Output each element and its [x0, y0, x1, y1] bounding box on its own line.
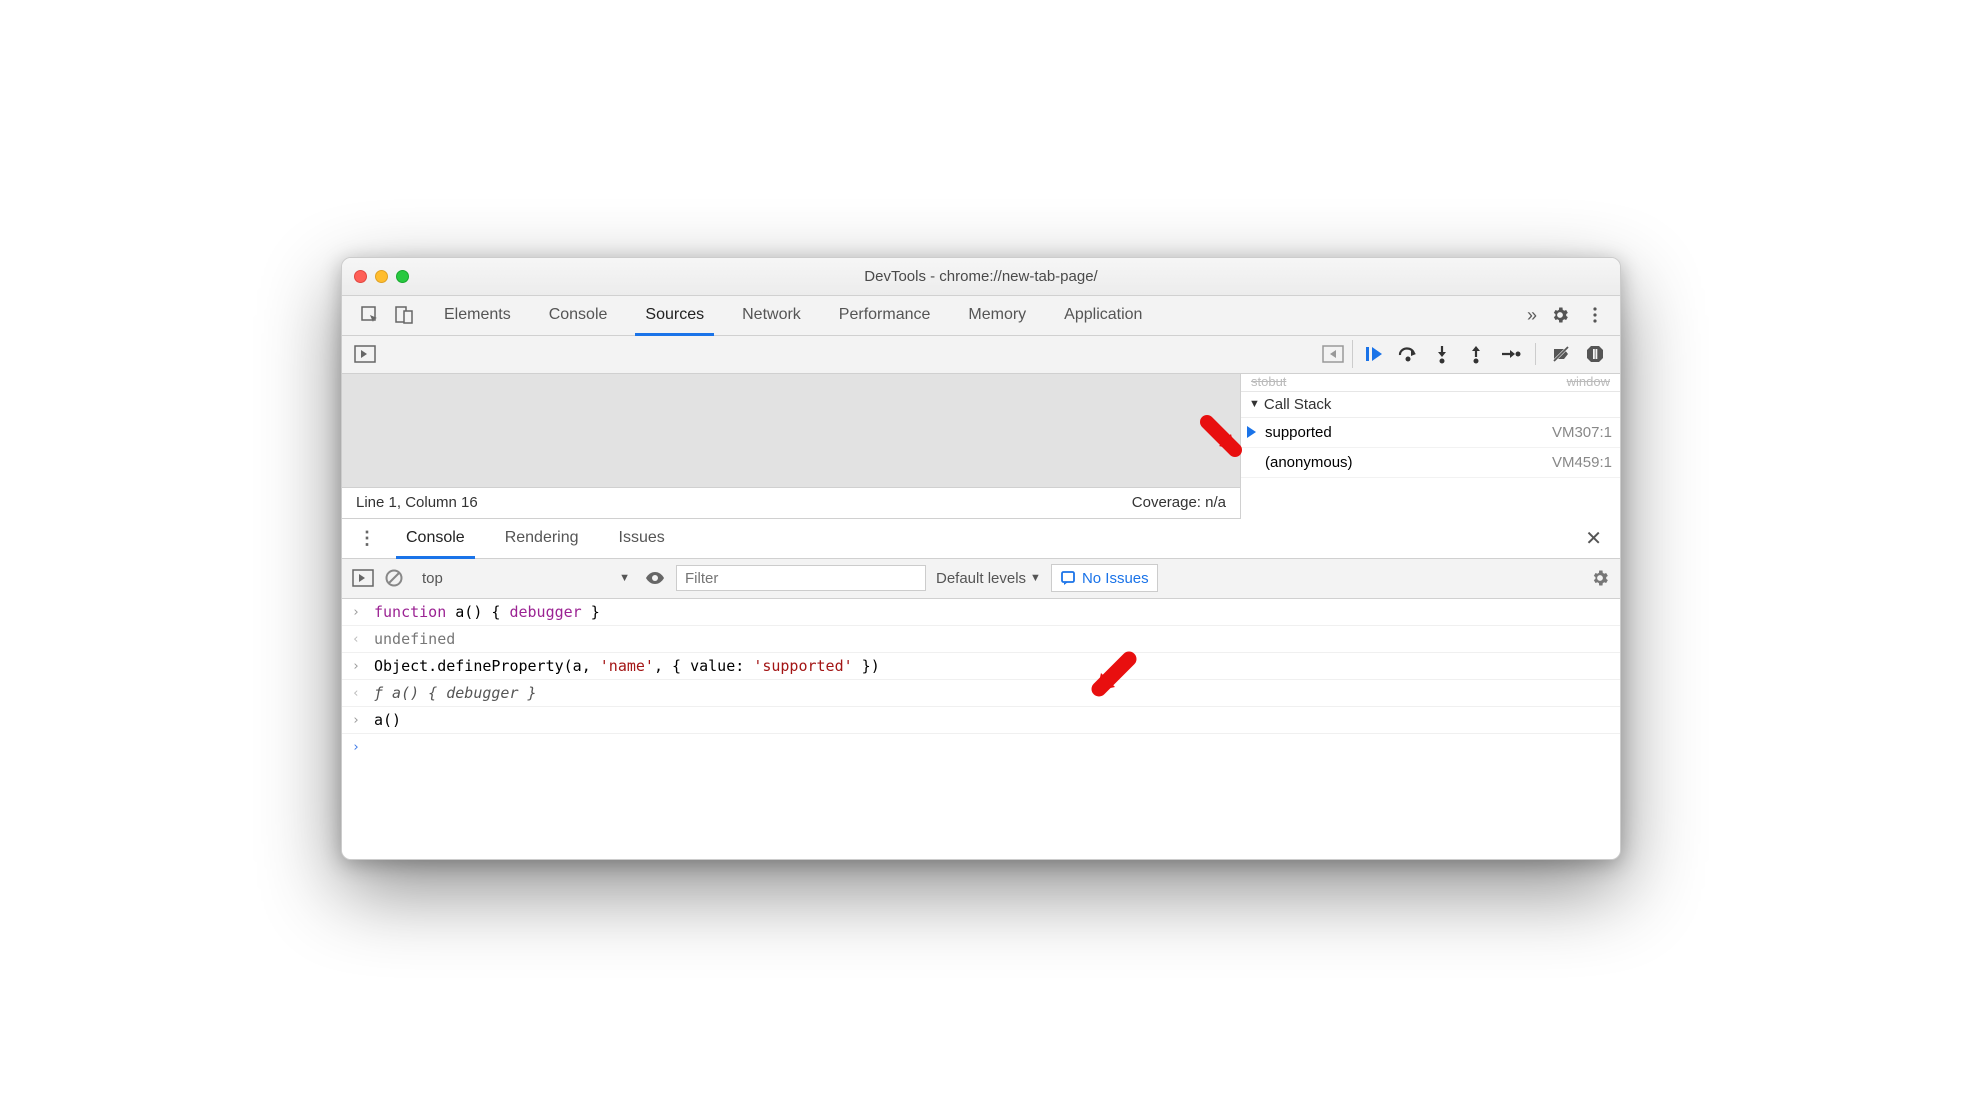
prompt-marker-icon: ›: [352, 738, 366, 755]
console-row[interactable]: ‹ undefined: [342, 626, 1620, 653]
truncated-row: stobut window: [1241, 374, 1620, 392]
debugger-controls: [1310, 340, 1620, 368]
debugger-pane-toggle-icon[interactable]: [1322, 345, 1344, 363]
tab-application[interactable]: Application: [1046, 296, 1160, 335]
resume-icon[interactable]: [1361, 341, 1387, 367]
devtools-window: DevTools - chrome://new-tab-page/ Elemen…: [341, 257, 1621, 860]
main-tab-bar: Elements Console Sources Network Perform…: [342, 296, 1620, 336]
drawer-tab-issues[interactable]: Issues: [601, 519, 683, 558]
console-line-content: a(): [374, 711, 1610, 729]
callstack-title: Call Stack: [1264, 396, 1332, 413]
input-marker-icon: ›: [352, 603, 366, 620]
console-row[interactable]: ›: [342, 734, 1620, 759]
device-toolbar-icon[interactable]: [394, 305, 414, 325]
navigator-toggle-icon[interactable]: [354, 345, 376, 363]
issues-label: No Issues: [1082, 570, 1149, 587]
console-row[interactable]: ‹ ƒ a() { debugger }: [342, 680, 1620, 707]
drawer-tab-bar: ⋮ Console Rendering Issues ✕: [342, 519, 1620, 559]
inspect-icon[interactable]: [360, 305, 380, 325]
tab-memory[interactable]: Memory: [950, 296, 1044, 335]
console-line-content: undefined: [374, 630, 1610, 648]
drawer-close-icon[interactable]: ✕: [1575, 526, 1612, 551]
live-expression-icon[interactable]: [644, 570, 666, 586]
console-line-content: ƒ a() { debugger }: [374, 684, 1610, 702]
input-marker-icon: ›: [352, 657, 366, 674]
pause-on-exceptions-icon[interactable]: [1582, 341, 1608, 367]
filter-input[interactable]: [676, 565, 926, 591]
console-toolbar: top ▼ Default levels ▼ No Issues: [342, 559, 1620, 599]
more-tabs-icon[interactable]: »: [1527, 305, 1534, 326]
console-output[interactable]: › function a() { debugger } ‹ undefined › Obj…: [342, 599, 1620, 859]
cursor-position: Line 1, Column 16: [356, 494, 478, 511]
drawer-kebab-icon[interactable]: ⋮: [350, 528, 384, 549]
tab-console[interactable]: Console: [531, 296, 626, 335]
debugger-sidebar: stobut window ▼ Call Stack supported VM3…: [1240, 374, 1620, 519]
console-row[interactable]: › a(): [342, 707, 1620, 734]
titlebar: DevTools - chrome://new-tab-page/: [342, 258, 1620, 296]
step-out-icon[interactable]: [1463, 341, 1489, 367]
output-marker-icon: ‹: [352, 684, 366, 701]
zoom-button[interactable]: [396, 270, 409, 283]
drawer-tab-console[interactable]: Console: [388, 519, 483, 558]
callstack-frame[interactable]: (anonymous) VM459:1: [1241, 448, 1620, 478]
console-settings-icon[interactable]: [1590, 568, 1610, 588]
tab-network[interactable]: Network: [724, 296, 819, 335]
window-controls: [354, 270, 409, 283]
log-levels-select[interactable]: Default levels ▼: [936, 570, 1041, 587]
tab-performance[interactable]: Performance: [821, 296, 949, 335]
sources-toolbar: [342, 336, 1620, 374]
console-row[interactable]: › function a() { debugger }: [342, 599, 1620, 626]
tab-elements[interactable]: Elements: [426, 296, 529, 335]
callstack-section-header[interactable]: ▼ Call Stack: [1241, 392, 1620, 418]
chevron-down-icon: ▼: [619, 572, 630, 584]
frame-location: VM459:1: [1552, 454, 1612, 471]
tab-sources[interactable]: Sources: [627, 296, 722, 335]
console-line-content: Object.defineProperty(a, 'name', { value…: [374, 657, 1610, 675]
issues-button[interactable]: No Issues: [1051, 564, 1158, 592]
disclosure-triangle-icon: ▼: [1249, 398, 1260, 410]
context-select[interactable]: top ▼: [414, 570, 634, 587]
output-marker-icon: ‹: [352, 630, 366, 647]
kebab-menu-icon[interactable]: [1586, 306, 1604, 324]
clear-console-icon[interactable]: [384, 568, 404, 588]
step-icon[interactable]: [1497, 341, 1523, 367]
close-button[interactable]: [354, 270, 367, 283]
source-status-bar: Line 1, Column 16 Coverage: n/a: [342, 487, 1240, 519]
settings-icon[interactable]: [1550, 305, 1570, 325]
callstack-frame[interactable]: supported VM307:1: [1241, 418, 1620, 448]
deactivate-breakpoints-icon[interactable]: [1548, 341, 1574, 367]
minimize-button[interactable]: [375, 270, 388, 283]
chevron-down-icon: ▼: [1030, 572, 1041, 584]
levels-label: Default levels: [936, 570, 1026, 587]
source-editor-area: Line 1, Column 16 Coverage: n/a: [342, 374, 1240, 519]
window-title: DevTools - chrome://new-tab-page/: [342, 268, 1620, 285]
context-value: top: [422, 570, 443, 587]
coverage-status: Coverage: n/a: [1132, 494, 1226, 511]
drawer-tab-rendering[interactable]: Rendering: [487, 519, 597, 558]
console-sidebar-toggle-icon[interactable]: [352, 569, 374, 587]
step-over-icon[interactable]: [1395, 341, 1421, 367]
console-row[interactable]: › Object.defineProperty(a, 'name', { valu…: [342, 653, 1620, 680]
frame-name: supported: [1265, 424, 1332, 441]
sources-content: Line 1, Column 16 Coverage: n/a stobut w…: [342, 374, 1620, 519]
step-into-icon[interactable]: [1429, 341, 1455, 367]
frame-location: VM307:1: [1552, 424, 1612, 441]
console-line-content: function a() { debugger }: [374, 603, 1610, 621]
frame-name: (anonymous): [1265, 454, 1353, 471]
input-marker-icon: ›: [352, 711, 366, 728]
